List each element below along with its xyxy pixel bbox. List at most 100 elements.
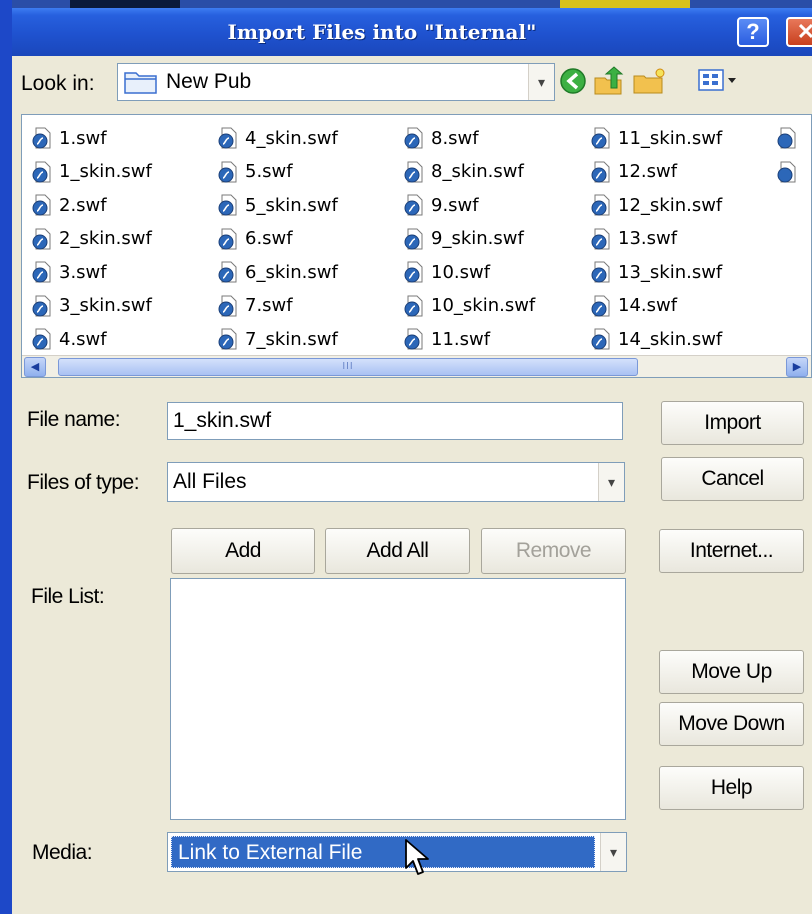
swf-file-icon	[404, 161, 423, 182]
file-name-text: 5_skin.swf	[245, 194, 338, 216]
files-of-type-label: Files of type:	[27, 471, 140, 494]
file-item[interactable]: 12.swf	[590, 156, 677, 188]
file-item[interactable]: 11_skin.swf	[590, 122, 722, 154]
file-item[interactable]: 13_skin.swf	[590, 256, 722, 288]
folder-icon	[124, 72, 157, 94]
file-name-text: 14_skin.swf	[618, 328, 723, 350]
media-value: Link to External File	[171, 836, 595, 868]
views-menu-icon[interactable]	[696, 66, 740, 96]
file-item[interactable]: 9.swf	[403, 189, 479, 221]
up-folder-icon[interactable]	[593, 66, 627, 96]
file-name-input[interactable]: 1_skin.swf	[167, 402, 623, 440]
cancel-button[interactable]: Cancel	[661, 457, 804, 501]
scroll-left-icon[interactable]: ◀	[24, 357, 46, 377]
move-up-button[interactable]: Move Up	[659, 650, 804, 694]
file-name-text: 6_skin.swf	[245, 261, 338, 283]
files-of-type-value: All Files	[173, 470, 247, 493]
file-item[interactable]: 9_skin.swf	[403, 223, 524, 255]
file-item[interactable]: 2_skin.swf	[31, 223, 152, 255]
file-list-label: File List:	[31, 585, 105, 608]
file-name-text: 2.swf	[59, 194, 107, 216]
file-name-text: 13_skin.swf	[618, 261, 723, 283]
swf-file-icon	[218, 261, 237, 283]
file-item[interactable]: 10.swf	[403, 256, 490, 288]
file-name-text: 5.swf	[245, 161, 293, 182]
move-down-button[interactable]: Move Down	[659, 702, 804, 746]
swf-file-icon	[591, 161, 610, 182]
swf-file-icon	[404, 228, 423, 249]
file-item[interactable]: 5.swf	[217, 156, 293, 188]
new-folder-icon[interactable]	[632, 66, 668, 96]
swf-file-icon	[32, 261, 51, 283]
look-in-dropdown[interactable]: New Pub ▾	[117, 63, 555, 101]
file-item[interactable]: 4_skin.swf	[217, 122, 338, 154]
swf-file-icon	[591, 328, 610, 350]
swf-file-icon	[404, 295, 423, 316]
swf-file-icon	[218, 328, 237, 350]
file-item[interactable]: 2.swf	[31, 189, 107, 221]
file-item[interactable]: 14.swf	[590, 290, 677, 322]
swf-file-icon	[32, 228, 51, 249]
help-title-button[interactable]: ?	[737, 17, 769, 47]
file-item[interactable]: 3.swf	[31, 256, 107, 288]
chevron-down-icon[interactable]: ▾	[528, 64, 554, 100]
file-item-partial[interactable]	[776, 156, 804, 188]
chevron-down-icon[interactable]: ▾	[598, 463, 624, 501]
file-name-text: 12_skin.swf	[618, 194, 723, 216]
file-item[interactable]: 8.swf	[403, 122, 479, 154]
window-title: Import Files into "Internal"	[227, 20, 537, 44]
file-item[interactable]: 11.swf	[403, 323, 490, 355]
file-browser-list[interactable]: 1.swf 1_skin.swf 2.swf 2_skin.swf 3.swf 3_ski…	[21, 114, 812, 378]
back-arrow-icon[interactable]	[558, 66, 588, 96]
horizontal-scrollbar[interactable]: ◀ III ▶	[22, 355, 811, 377]
file-item[interactable]: 7.swf	[217, 290, 293, 322]
file-name-text: 9.swf	[431, 194, 479, 216]
scroll-right-icon[interactable]: ▶	[786, 357, 808, 377]
swf-file-icon	[404, 194, 423, 216]
file-item[interactable]: 3_skin.swf	[31, 290, 152, 322]
file-name-text: 4_skin.swf	[245, 127, 338, 149]
swf-file-icon	[218, 295, 237, 316]
file-item[interactable]: 5_skin.swf	[217, 189, 338, 221]
swf-file-icon	[777, 127, 796, 149]
swf-file-icon	[404, 261, 423, 283]
close-button[interactable]: ✕	[786, 17, 812, 47]
file-name-text: 3.swf	[59, 261, 107, 283]
file-item[interactable]: 14_skin.swf	[590, 323, 722, 355]
scrollbar-thumb[interactable]: III	[58, 358, 638, 376]
file-name-text: 12.swf	[618, 161, 678, 182]
file-item[interactable]: 8_skin.swf	[403, 156, 524, 188]
file-name-label: File name:	[27, 408, 121, 431]
add-all-button[interactable]: Add All	[325, 528, 470, 574]
chevron-down-icon[interactable]: ▾	[600, 833, 626, 871]
file-name-text: 2_skin.swf	[59, 228, 152, 249]
media-label: Media:	[32, 841, 93, 864]
swf-file-icon	[32, 328, 51, 350]
remove-button[interactable]: Remove	[481, 528, 626, 574]
file-item[interactable]: 12_skin.swf	[590, 189, 722, 221]
media-dropdown[interactable]: Link to External File ▾	[167, 832, 627, 872]
add-button[interactable]: Add	[171, 528, 315, 574]
help-button[interactable]: Help	[659, 766, 804, 810]
swf-file-icon	[32, 127, 51, 149]
file-list-box[interactable]	[170, 578, 626, 820]
file-item[interactable]: 1_skin.swf	[31, 156, 152, 188]
file-item[interactable]: 7_skin.swf	[217, 323, 338, 355]
import-button[interactable]: Import	[661, 401, 804, 445]
file-item[interactable]: 6_skin.swf	[217, 256, 338, 288]
swf-file-icon	[218, 127, 237, 149]
swf-file-icon	[777, 161, 796, 182]
internet-button[interactable]: Internet...	[659, 529, 804, 573]
file-item[interactable]: 6.swf	[217, 223, 293, 255]
files-of-type-dropdown[interactable]: All Files ▾	[167, 462, 625, 502]
file-item[interactable]: 1.swf	[31, 122, 107, 154]
file-item[interactable]: 13.swf	[590, 223, 677, 255]
file-item[interactable]: 4.swf	[31, 323, 107, 355]
swf-file-icon	[404, 328, 423, 350]
file-item-partial[interactable]	[776, 122, 804, 154]
swf-file-icon	[218, 228, 237, 249]
file-item[interactable]: 10_skin.swf	[403, 290, 535, 322]
look-in-value: New Pub	[166, 70, 252, 93]
swf-file-icon	[32, 194, 51, 216]
title-bar[interactable]: Import Files into "Internal" ? ✕	[12, 8, 812, 56]
